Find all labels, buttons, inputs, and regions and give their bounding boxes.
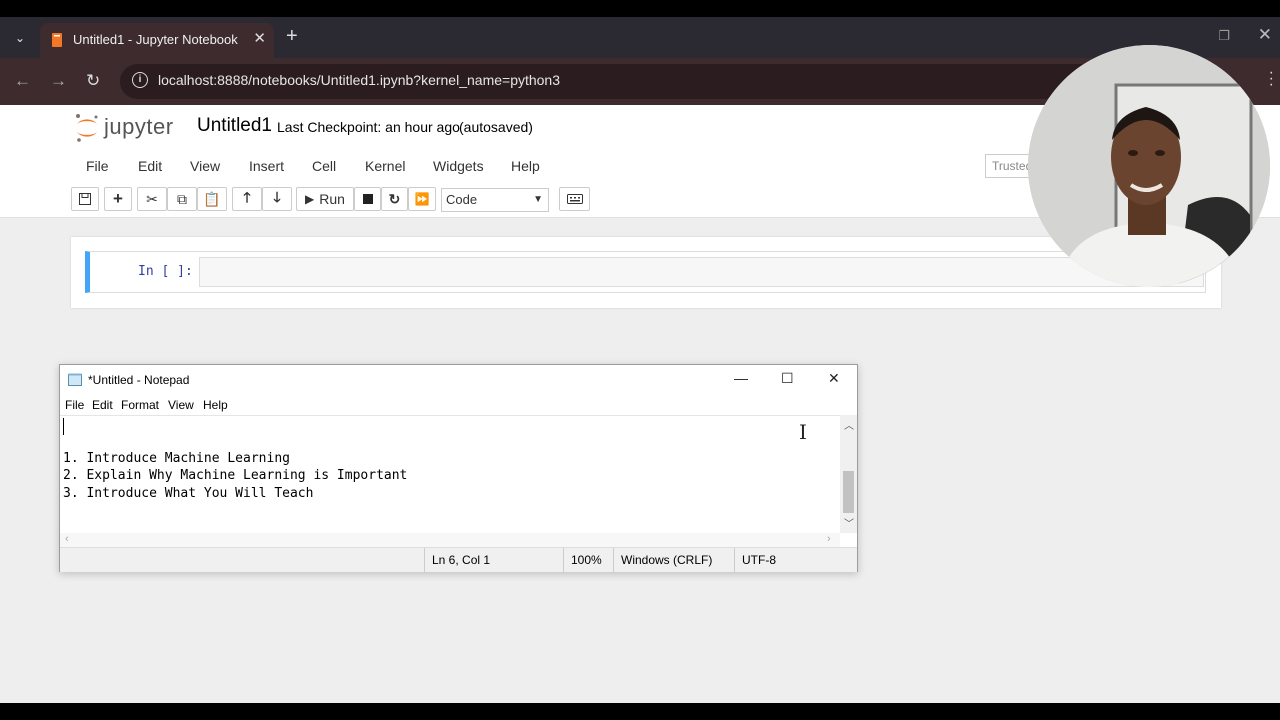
text-caret <box>63 418 64 435</box>
run-button[interactable]: ▶ Run <box>296 187 354 211</box>
scroll-left-icon[interactable]: ‹ <box>65 533 69 545</box>
vertical-scrollbar[interactable]: ︿ ﹀ <box>840 415 857 533</box>
cell-input[interactable] <box>199 257 1204 287</box>
notepad-menu-view[interactable]: View <box>168 398 194 412</box>
autosave-status: (autosaved) <box>459 119 533 135</box>
close-icon[interactable]: ✕ <box>828 370 840 387</box>
menu-edit[interactable]: Edit <box>138 158 162 174</box>
restart-run-all-icon[interactable]: ⏩ <box>408 187 436 211</box>
cell-type-value: Code <box>446 192 478 207</box>
notebook-name[interactable]: Untitled1 <box>197 115 272 137</box>
status-divider <box>563 548 564 572</box>
insert-cell-icon[interactable]: + <box>104 187 132 211</box>
cursor-position: Ln 6, Col 1 <box>432 553 491 567</box>
notepad-menu-file[interactable]: File <box>65 398 84 412</box>
tab-close-icon[interactable]: ✕ <box>253 29 266 47</box>
desktop-screen: ⌄ Untitled1 - Jupyter Notebook ✕ + ❐ ✕ ←… <box>0 17 1280 703</box>
text-line-2: 2. Explain Why Machine Learning is Impor… <box>63 468 408 483</box>
status-divider <box>424 548 425 572</box>
status-divider <box>734 548 735 572</box>
maximize-icon[interactable]: ☐ <box>781 370 794 387</box>
url-text[interactable]: localhost:8888/notebooks/Untitled1.ipynb… <box>158 72 560 88</box>
notepad-icon <box>68 373 82 386</box>
notepad-status-bar: Ln 6, Col 1 100% Windows (CRLF) UTF-8 <box>60 547 857 572</box>
line-endings: Windows (CRLF) <box>621 553 713 567</box>
menu-view[interactable]: View <box>190 158 220 174</box>
paste-icon[interactable]: 📋 <box>197 187 227 211</box>
cut-icon[interactable]: ✂ <box>137 187 167 211</box>
notepad-menu-edit[interactable]: Edit <box>92 398 113 412</box>
forward-icon[interactable]: → <box>50 71 67 91</box>
new-tab-icon[interactable]: + <box>286 25 298 48</box>
run-icon: ▶ <box>305 192 315 206</box>
cell-type-select[interactable]: Code ▼ <box>441 188 549 212</box>
menu-insert[interactable]: Insert <box>249 158 284 174</box>
text-line-3: 3. Introduce What You Will Teach <box>63 486 314 501</box>
move-up-icon[interactable]: 🡑 <box>232 187 262 211</box>
notepad-menu-bar: File Edit Format View Help <box>60 395 857 415</box>
copy-icon[interactable]: ⧉ <box>167 187 197 211</box>
menu-cell[interactable]: Cell <box>312 158 336 174</box>
horizontal-scrollbar[interactable]: ‹ › <box>60 533 840 547</box>
jupyter-logo-icon[interactable] <box>74 113 100 143</box>
status-divider <box>613 548 614 572</box>
browser-menu-icon[interactable]: · · · <box>1269 65 1274 93</box>
interrupt-icon[interactable] <box>354 187 381 211</box>
text-line-1: 1. Introduce Machine Learning <box>63 451 290 466</box>
notebook-favicon-icon <box>52 33 62 47</box>
site-info-icon[interactable]: i <box>132 72 148 88</box>
browser-tab-active[interactable]: Untitled1 - Jupyter Notebook ✕ <box>40 23 274 58</box>
chevron-down-icon: ▼ <box>533 194 543 205</box>
back-icon[interactable]: ← <box>14 71 31 91</box>
minimize-icon[interactable]: — <box>734 370 748 386</box>
move-down-icon[interactable]: 🡓 <box>262 187 292 211</box>
scroll-right-icon[interactable]: › <box>827 533 831 545</box>
window-restore-icon[interactable]: ❐ <box>1218 28 1230 44</box>
reload-icon[interactable]: ↻ <box>86 71 100 91</box>
save-icon[interactable] <box>71 187 99 211</box>
run-label: Run <box>319 191 345 207</box>
jupyter-wordmark: jupyter <box>104 114 174 139</box>
window-close-icon[interactable]: ✕ <box>1258 25 1272 45</box>
encoding: UTF-8 <box>742 553 776 567</box>
tab-title: Untitled1 - Jupyter Notebook <box>73 32 238 47</box>
tab-list-chevron-icon[interactable]: ⌄ <box>8 26 32 50</box>
notepad-title-bar[interactable]: *Untitled - Notepad — ☐ ✕ <box>60 365 857 395</box>
notepad-menu-help[interactable]: Help <box>203 398 228 412</box>
code-cell[interactable]: In [ ]: <box>85 251 1206 293</box>
menu-help[interactable]: Help <box>511 158 540 174</box>
menu-widgets[interactable]: Widgets <box>433 158 484 174</box>
presenter-video-image <box>1028 45 1270 287</box>
menu-file[interactable]: File <box>86 158 109 174</box>
browser-tab-bar: ⌄ Untitled1 - Jupyter Notebook ✕ + ❐ ✕ <box>0 17 1280 58</box>
zoom-level: 100% <box>571 553 602 567</box>
scrollbar-thumb[interactable] <box>843 471 854 513</box>
cell-prompt: In [ ]: <box>138 264 193 279</box>
notepad-window: *Untitled - Notepad — ☐ ✕ File Edit Form… <box>59 364 858 572</box>
restart-icon[interactable]: ↻ <box>381 187 408 211</box>
notepad-title: *Untitled - Notepad <box>88 373 190 387</box>
checkpoint-status: Last Checkpoint: an hour ago <box>277 119 460 135</box>
scroll-up-icon[interactable]: ︿ <box>844 417 854 432</box>
scroll-down-icon[interactable]: ﹀ <box>844 515 854 530</box>
menu-kernel[interactable]: Kernel <box>365 158 405 174</box>
notepad-menu-format[interactable]: Format <box>121 398 159 412</box>
notebook-container: In [ ]: <box>71 237 1221 308</box>
keyboard-shortcuts-icon[interactable] <box>559 187 590 211</box>
webcam-overlay <box>1028 45 1270 287</box>
notepad-text-area[interactable]: 1. Introduce Machine Learning 2. Explain… <box>60 415 840 534</box>
text-cursor-icon: I <box>799 420 807 444</box>
